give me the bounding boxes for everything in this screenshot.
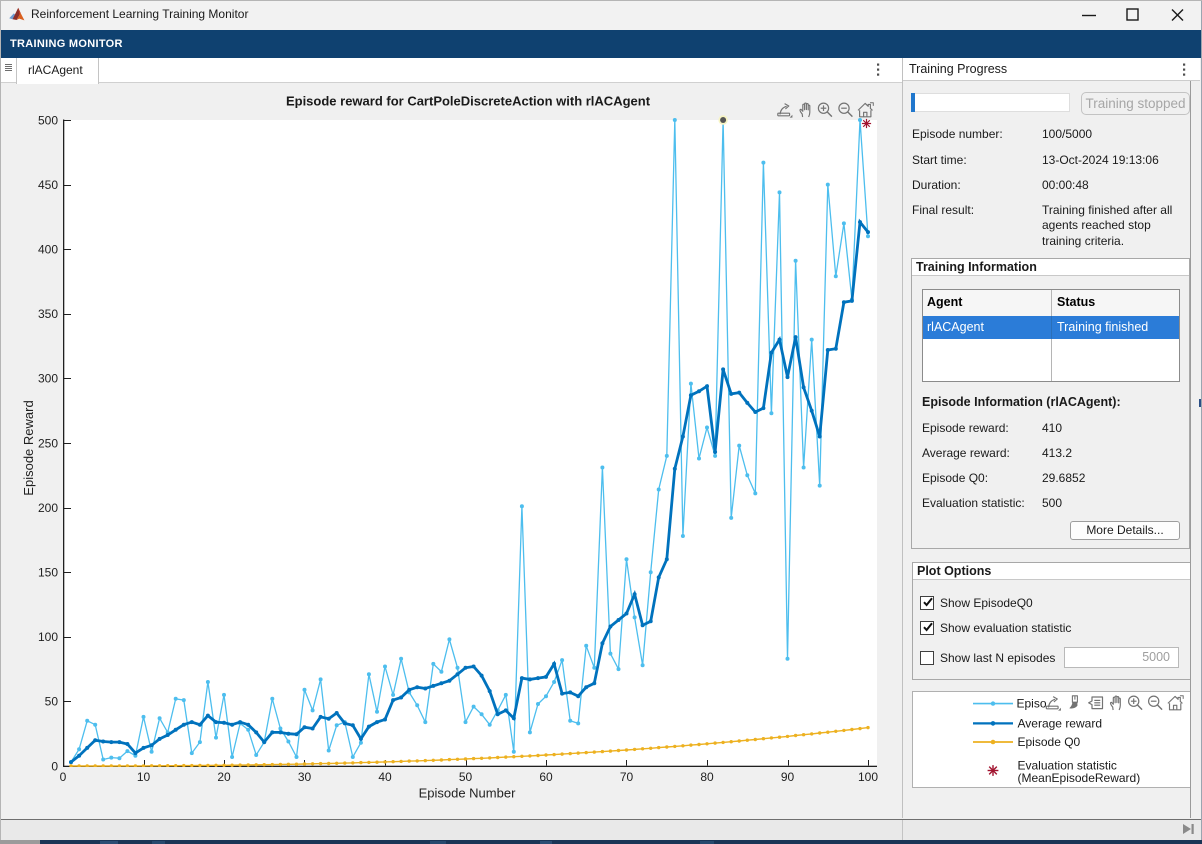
svg-text:350: 350 xyxy=(38,307,58,321)
svg-text:200: 200 xyxy=(38,501,58,515)
svg-text:70: 70 xyxy=(620,770,634,784)
svg-text:30: 30 xyxy=(298,770,312,784)
svg-text:20: 20 xyxy=(217,770,231,784)
svg-text:40: 40 xyxy=(378,770,392,784)
svg-text:500: 500 xyxy=(38,113,58,127)
svg-text:0: 0 xyxy=(60,770,67,784)
svg-text:50: 50 xyxy=(45,695,59,709)
svg-text:60: 60 xyxy=(539,770,553,784)
svg-text:250: 250 xyxy=(38,436,58,450)
svg-text:10: 10 xyxy=(137,770,151,784)
svg-text:100: 100 xyxy=(858,770,878,784)
svg-text:400: 400 xyxy=(38,243,58,257)
svg-text:300: 300 xyxy=(38,372,58,386)
svg-text:90: 90 xyxy=(781,770,795,784)
svg-text:Episode Reward: Episode Reward xyxy=(21,400,36,495)
svg-text:(MeanEpisodeReward): (MeanEpisodeReward) xyxy=(1018,771,1141,785)
svg-text:150: 150 xyxy=(38,566,58,580)
svg-text:100: 100 xyxy=(38,630,58,644)
svg-text:Episode Q0: Episode Q0 xyxy=(1018,735,1081,749)
svg-text:80: 80 xyxy=(700,770,714,784)
svg-text:0: 0 xyxy=(51,759,58,773)
svg-text:50: 50 xyxy=(459,770,473,784)
svg-text:Episode Number: Episode Number xyxy=(419,786,516,801)
svg-text:Episode reward for CartPoleDis: Episode reward for CartPoleDiscreteActio… xyxy=(286,94,651,109)
svg-text:450: 450 xyxy=(38,178,58,192)
svg-text:Average reward: Average reward xyxy=(1018,716,1103,730)
